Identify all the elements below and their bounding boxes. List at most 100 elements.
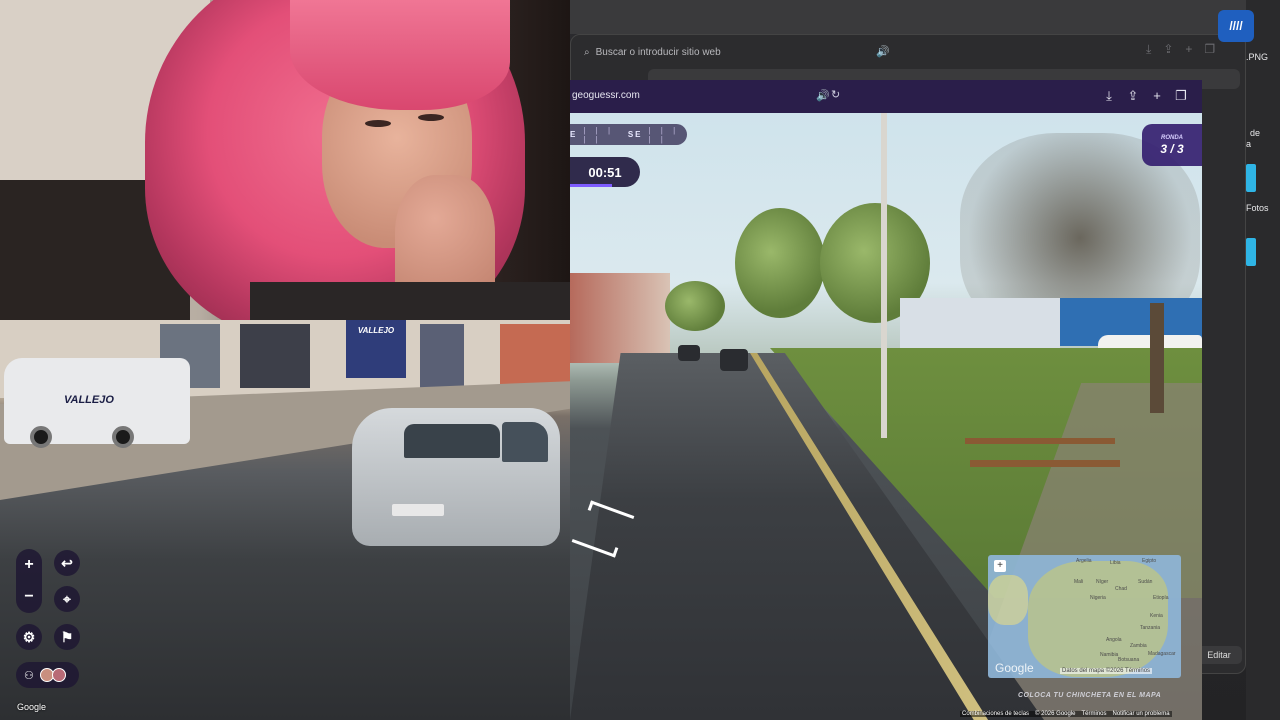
- share-icon[interactable]: ⇪: [1163, 42, 1173, 57]
- map-label: Kenia: [1150, 613, 1163, 619]
- map-label: Libia: [1110, 560, 1121, 566]
- avatar: [51, 668, 66, 682]
- map-expand-button[interactable]: +: [994, 560, 1006, 572]
- map-label: Angola: [1106, 637, 1122, 643]
- app-icon[interactable]: ////: [1218, 10, 1254, 42]
- tree: [665, 281, 725, 331]
- webcam-shirt: [250, 282, 570, 320]
- van-brand: VALLEJO: [64, 394, 114, 406]
- compass-east: E: [570, 130, 578, 139]
- side-panel: [1246, 0, 1280, 720]
- map-label: Tanzania: [1140, 625, 1161, 631]
- side-thumbnail[interactable]: [1246, 164, 1256, 192]
- place-pin-hint: COLOCA TU CHINCHETA EN EL MAPA: [1018, 692, 1162, 699]
- tabs-icon[interactable]: ❐: [1174, 88, 1188, 104]
- map-label: Níger: [1096, 579, 1109, 585]
- storefront: [240, 324, 310, 388]
- silver-car: [352, 408, 560, 546]
- compass-southeast: SE: [627, 130, 643, 139]
- map-label: Chad: [1115, 586, 1127, 592]
- map-attribution-text: Datos del mapa ©2026: [1062, 668, 1124, 674]
- browser-actions: ⤓ ⇪ + ❐: [1102, 88, 1188, 104]
- return-to-start-button[interactable]: ⌖: [54, 586, 80, 612]
- address-placeholder: Buscar o introducir sitio web: [595, 46, 721, 58]
- report-link[interactable]: Notificar un problema: [1113, 711, 1170, 717]
- webcam-overlay: [0, 0, 570, 320]
- license-plate: [392, 504, 444, 516]
- browser-toolbar: geoguessr.com 🔊 ↻ ⤓ ⇪ + ❐: [570, 80, 1202, 113]
- map-label: Nigeria: [1090, 595, 1106, 601]
- shortcuts-link[interactable]: Combinaciones de teclas: [962, 711, 1029, 717]
- top-bar: [570, 0, 1280, 34]
- zoom-out-button[interactable]: −: [16, 581, 42, 613]
- street-buildings-left: [570, 273, 670, 363]
- share-icon[interactable]: ⇪: [1126, 88, 1140, 104]
- footer-links: Combinaciones de teclas © 2026 Google Té…: [960, 711, 1172, 717]
- zoom-control: + −: [16, 549, 42, 613]
- copyright-text: © 2026 Google: [1035, 711, 1076, 717]
- building-right: [900, 298, 1060, 348]
- url-field[interactable]: geoguessr.com: [572, 90, 640, 101]
- players-icon: ⚇: [24, 669, 34, 682]
- wheel: [30, 426, 52, 448]
- zoom-in-button[interactable]: +: [16, 549, 42, 581]
- tree-trunk: [1150, 303, 1164, 413]
- round-label: RONDA: [1161, 134, 1183, 141]
- webcam-eye: [418, 114, 444, 121]
- speaker-icon[interactable]: 🔊: [876, 45, 890, 58]
- side-window: [502, 422, 548, 462]
- map-label: Etiopía: [1153, 595, 1169, 601]
- side-text-fotos: Fotos: [1246, 203, 1269, 213]
- compass-ticks: | | | | |: [583, 125, 615, 144]
- compass-ticks-2: | | | | |: [648, 125, 680, 144]
- bench: [970, 460, 1120, 467]
- map-label: Sudán: [1138, 579, 1153, 585]
- side-text-de: de: [1250, 128, 1261, 138]
- map-landmass: [988, 575, 1028, 625]
- flag-button[interactable]: ⚑: [54, 624, 80, 650]
- street-view-left-portion[interactable]: VALLEJO VALLEJO: [0, 320, 570, 720]
- side-text-a: a: [1246, 139, 1252, 149]
- terms-link[interactable]: Términos: [1082, 711, 1107, 717]
- map-terms-link[interactable]: Términos: [1125, 668, 1150, 674]
- map-google-logo: Google: [995, 661, 1034, 675]
- google-watermark: Google: [17, 702, 47, 712]
- map-label: Argelia: [1076, 558, 1092, 564]
- map-label: Zambia: [1130, 643, 1147, 649]
- timer-progress: [570, 184, 612, 187]
- download-icon[interactable]: ⤓: [1146, 42, 1151, 57]
- car: [720, 349, 748, 371]
- download-icon[interactable]: ⤓: [1102, 88, 1116, 104]
- car: [678, 345, 700, 361]
- screen: ⌕ Buscar o introducir sitio web 🔊 ⤓ ⇪ + …: [0, 0, 1280, 720]
- guess-minimap[interactable]: Argelia Libia Egipto Mali Níger Chad Sud…: [988, 555, 1181, 678]
- map-label: Botsuana: [1118, 657, 1140, 663]
- edit-button[interactable]: Editar: [1196, 646, 1242, 664]
- map-attribution: Datos del mapa ©2026 Términos: [1060, 668, 1153, 674]
- speaker-icon[interactable]: 🔊: [816, 89, 830, 102]
- shop-sign: VALLEJO: [346, 320, 406, 378]
- round-timer: 00:51: [570, 157, 640, 187]
- background-address-bar[interactable]: ⌕ Buscar o introducir sitio web 🔊: [578, 40, 1238, 64]
- reload-icon[interactable]: ↻: [831, 88, 840, 101]
- wheel: [112, 426, 134, 448]
- utility-pole: [881, 113, 887, 438]
- settings-button[interactable]: ⚙: [16, 624, 42, 650]
- file-label: .PNG: [1246, 52, 1269, 62]
- parked-van: VALLEJO: [4, 358, 190, 448]
- tabs-icon[interactable]: ❐: [1204, 42, 1215, 57]
- windshield: [404, 424, 500, 458]
- map-label: Egipto: [1142, 558, 1157, 564]
- bench: [965, 438, 1115, 444]
- round-indicator: RONDA 3 / 3: [1142, 124, 1202, 166]
- side-thumbnail-2[interactable]: [1246, 238, 1256, 266]
- undo-move-button[interactable]: ↩: [54, 550, 80, 576]
- storefront: [420, 324, 464, 388]
- new-tab-icon[interactable]: +: [1150, 88, 1164, 104]
- map-label: Mali: [1074, 579, 1084, 585]
- webcam-eye: [365, 120, 391, 127]
- storefront: [500, 324, 570, 388]
- players-button[interactable]: ⚇: [16, 662, 79, 688]
- plus-icon[interactable]: +: [1185, 42, 1192, 57]
- search-icon: ⌕: [584, 46, 590, 58]
